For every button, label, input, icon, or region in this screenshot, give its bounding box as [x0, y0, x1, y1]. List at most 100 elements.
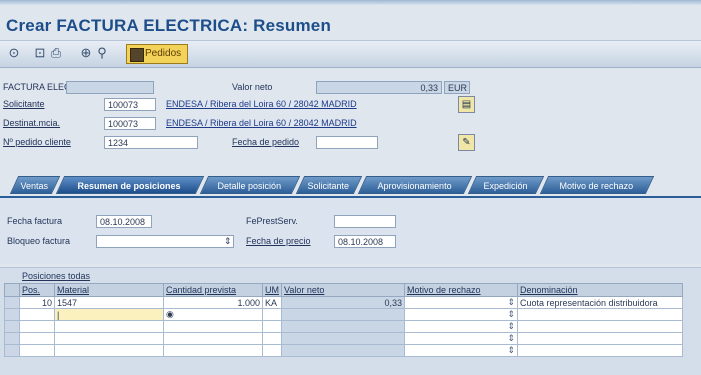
tab-ventas[interactable]: Ventas: [9, 176, 61, 194]
cell-material-input[interactable]: |: [54, 308, 164, 321]
cell-material[interactable]: 1547: [54, 296, 164, 309]
tab-motivo-rechazo[interactable]: Motivo de rechazo: [539, 176, 655, 194]
print-icon[interactable]: ⎙: [48, 45, 64, 61]
cell-valor-neto: [281, 344, 405, 357]
cell-pos[interactable]: [19, 344, 55, 357]
cell-um[interactable]: [262, 308, 282, 321]
fecha-pedido-input[interactable]: [316, 136, 378, 149]
doc-number-field: [66, 81, 154, 94]
application-toolbar: ⊙ ⊡ ⎙ ⊕ ⚲ Pedidos: [0, 40, 701, 68]
cell-motivo[interactable]: ⇕: [404, 296, 518, 309]
cell-denominacion[interactable]: [517, 320, 683, 333]
cell-um[interactable]: [262, 332, 282, 345]
column-header-um[interactable]: UM: [262, 283, 282, 297]
cell-material[interactable]: [54, 344, 164, 357]
tab-detalle-posicion[interactable]: Detalle posición: [199, 176, 301, 194]
table-header-row: Pos. Material Cantidad prevista UM Valor…: [4, 283, 683, 297]
row-selector[interactable]: [4, 308, 20, 321]
cell-pos[interactable]: [19, 308, 55, 321]
search-icon[interactable]: ⚲: [94, 45, 110, 61]
table-row[interactable]: ⇕: [4, 320, 683, 333]
solicitante-input[interactable]: 100073: [104, 98, 156, 111]
fecha-precio-input[interactable]: 08.10.2008: [334, 235, 396, 248]
destinatario-address-link[interactable]: ENDESA / Ribera del Loira 60 / 28042 MAD…: [166, 118, 357, 128]
column-header-motivo[interactable]: Motivo de rechazo: [404, 283, 518, 297]
destinatario-input[interactable]: 100073: [104, 117, 156, 130]
items-table-title: Posiciones todas: [22, 271, 91, 281]
cell-motivo[interactable]: ⇕: [404, 308, 518, 321]
fecha-factura-label: Fecha factura: [7, 216, 63, 226]
row-selector-header[interactable]: [4, 283, 20, 297]
pedidos-button[interactable]: Pedidos: [126, 44, 189, 64]
tab-resumen-posiciones[interactable]: Resumen de posiciones: [55, 176, 205, 194]
column-header-valor-neto[interactable]: Valor neto: [281, 283, 405, 297]
cell-valor-neto: [281, 308, 405, 321]
resumen-posiciones-panel: [0, 196, 701, 264]
table-row[interactable]: ⇕: [4, 332, 683, 345]
cell-pos[interactable]: 10: [19, 296, 55, 309]
cell-denominacion[interactable]: [517, 308, 683, 321]
cell-cantidad[interactable]: [163, 320, 263, 333]
fe-prest-input[interactable]: [334, 215, 396, 228]
valor-neto-label: Valor neto: [232, 82, 273, 92]
cell-cantidad[interactable]: 1.000: [163, 296, 263, 309]
currency-field: EUR: [444, 81, 470, 94]
table-row[interactable]: 10 1547 1.000 KA 0,33 ⇕ Cuota representa…: [4, 296, 683, 309]
cell-denominacion[interactable]: [517, 332, 683, 345]
cell-pos[interactable]: [19, 320, 55, 333]
cell-um[interactable]: [262, 320, 282, 333]
cell-valor-neto: [281, 320, 405, 333]
items-table-container: Posiciones todas Pos. Material Cantidad …: [0, 267, 701, 375]
window-top-border: [0, 0, 701, 5]
cell-material[interactable]: [54, 320, 164, 333]
cell-denominacion[interactable]: [517, 344, 683, 357]
fecha-pedido-label: Fecha de pedido: [232, 137, 300, 147]
column-header-cantidad[interactable]: Cantidad prevista: [163, 283, 263, 297]
column-header-denominacion[interactable]: Denominación: [517, 283, 683, 297]
orders-icon: [130, 48, 144, 62]
bloqueo-factura-select[interactable]: [96, 235, 234, 248]
cell-motivo[interactable]: ⇕: [404, 320, 518, 333]
cell-valor-neto: 0,33: [281, 296, 405, 309]
tab-solicitante[interactable]: Solicitante: [295, 176, 363, 194]
table-row[interactable]: | ◉ ⇕: [4, 308, 683, 321]
cell-cantidad[interactable]: ◉: [163, 308, 263, 321]
row-selector[interactable]: [4, 296, 20, 309]
cell-material[interactable]: [54, 332, 164, 345]
row-selector[interactable]: [4, 344, 20, 357]
cell-pos[interactable]: [19, 332, 55, 345]
pedido-cliente-input[interactable]: 1234: [104, 136, 198, 149]
cell-cantidad[interactable]: [163, 344, 263, 357]
cell-valor-neto: [281, 332, 405, 345]
cell-um[interactable]: [262, 344, 282, 357]
cell-denominacion[interactable]: Cuota representación distribuidora: [517, 296, 683, 309]
search-help-icon[interactable]: ◉: [166, 310, 174, 320]
cell-motivo[interactable]: ⇕: [404, 344, 518, 357]
cell-cantidad[interactable]: [163, 332, 263, 345]
find-icon[interactable]: ⊕: [78, 45, 94, 61]
pedido-cliente-label: Nº pedido cliente: [3, 137, 71, 147]
destinatario-label: Destinat.mcia.: [3, 118, 61, 128]
document-flow-icon[interactable]: ⊙: [6, 45, 22, 61]
cell-um[interactable]: KA: [262, 296, 282, 309]
pedidos-button-label: Pedidos: [145, 48, 182, 59]
tab-strip: Ventas Resumen de posiciones Detalle pos…: [0, 176, 701, 196]
solicitante-label: Solicitante: [3, 99, 45, 109]
partner-details-icon[interactable]: ▤: [458, 96, 475, 113]
tab-aprovisionamiento[interactable]: Aprovisionamiento: [357, 176, 473, 194]
solicitante-address-link[interactable]: ENDESA / Ribera del Loira 60 / 28042 MAD…: [166, 99, 357, 109]
fecha-factura-input[interactable]: 08.10.2008: [96, 215, 152, 228]
window-title: Crear FACTURA ELECTRICA: Resumen: [6, 16, 332, 35]
items-table: Pos. Material Cantidad prevista UM Valor…: [4, 283, 683, 357]
display-header-icon[interactable]: ⊡: [32, 45, 48, 61]
dropdown-arrow-icon[interactable]: ⇕: [224, 236, 232, 247]
column-header-pos[interactable]: Pos.: [19, 283, 55, 297]
row-selector[interactable]: [4, 320, 20, 333]
edit-icon[interactable]: ✎: [458, 134, 475, 151]
cell-motivo[interactable]: ⇕: [404, 332, 518, 345]
tab-expedicion[interactable]: Expedición: [467, 176, 545, 194]
row-selector[interactable]: [4, 332, 20, 345]
bloqueo-factura-label: Bloqueo factura: [7, 236, 71, 246]
table-row[interactable]: ⇕: [4, 344, 683, 357]
column-header-material[interactable]: Material: [54, 283, 164, 297]
